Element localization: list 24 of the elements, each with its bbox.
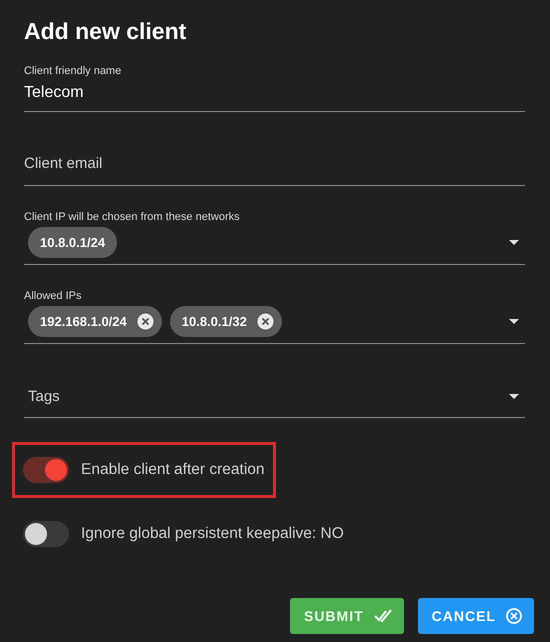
check-icon[interactable]	[374, 609, 392, 623]
toggle-switch[interactable]	[23, 457, 69, 483]
field-label: Client friendly name	[24, 64, 122, 78]
dropdown-caret-icon[interactable]	[509, 394, 519, 398]
select-field[interactable]: Tags	[24, 368, 525, 418]
input-field[interactable]: Telecom	[24, 83, 525, 103]
chip[interactable]: 10.8.0.1/32	[170, 306, 282, 337]
select-field[interactable]: Allowed IPs 192.168.1.0/24 10.8.0.1/32	[24, 289, 525, 344]
field-label: Allowed IPs	[24, 289, 82, 303]
dropdown-caret-icon[interactable]	[509, 319, 519, 324]
remove-icon[interactable]	[256, 313, 274, 330]
dropdown-caret-icon[interactable]	[509, 240, 519, 245]
remove-icon[interactable]	[136, 313, 154, 330]
select-placeholder: Tags	[28, 388, 60, 404]
chip[interactable]: 192.168.1.0/24	[28, 306, 162, 337]
chip[interactable]: 10.8.0.1/24	[28, 227, 118, 258]
switch-label: Enable client after creation	[81, 461, 265, 479]
toggle-switch[interactable]	[23, 521, 69, 547]
close-circle-icon[interactable]	[506, 608, 522, 624]
input-field[interactable]: Client email	[24, 154, 525, 174]
select-field[interactable]: Client IP will be chosen from these networks 10.8.0.1/24	[24, 210, 525, 265]
dialog-title: Add new client	[24, 17, 188, 46]
field-label: Client IP will be chosen from these networks	[24, 210, 241, 224]
switch-label: Ignore global persistent keepalive: NO	[81, 525, 344, 543]
